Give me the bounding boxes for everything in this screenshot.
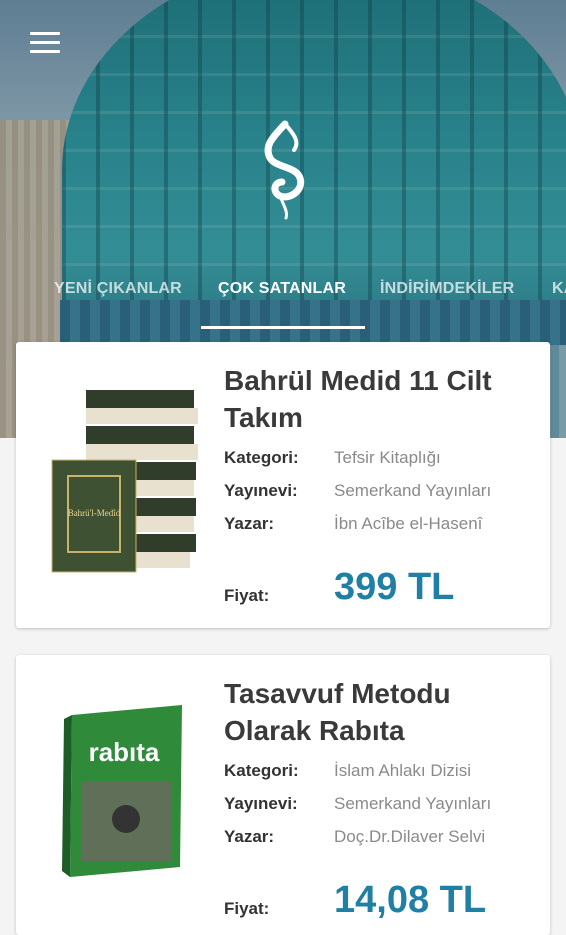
book-title[interactable]: Tasavvuf Metodu Olarak Rabıta: [224, 675, 534, 749]
hamburger-menu-icon[interactable]: [28, 30, 62, 56]
publisher-label: Yayınevi:: [224, 794, 298, 813]
price-value: 399 TL: [334, 566, 455, 608]
tab-indirimdekiler[interactable]: İNDİRİMDEKİLER: [380, 280, 514, 298]
author-label: Yazar:: [224, 514, 275, 533]
price-value: 14,08 TL: [334, 879, 487, 921]
category-label: Kategori:: [224, 761, 299, 780]
publisher-value: Semerkand Yayınları: [334, 794, 492, 813]
author-value: İbn Acîbe el-Hasenî: [334, 514, 483, 533]
book-card[interactable]: Bahrü'l-Medîd Bahrül Medid 11 Cilt Takım…: [16, 342, 550, 628]
publisher-label: Yayınevi:: [224, 481, 298, 500]
book-card[interactable]: rabıta Tasavvuf Metodu Olarak Rabıta Kat…: [16, 655, 550, 935]
book-set-cover-text: Bahrü'l-Medîd: [68, 508, 121, 518]
category-label: Kategori:: [224, 448, 299, 467]
tab-yeni-cikanlar[interactable]: YENİ ÇIKANLAR: [54, 280, 182, 298]
rabita-cover-text: rabıta: [89, 737, 160, 767]
category-tabs: YENİ ÇIKANLAR ÇOK SATANLAR İNDİRİMDEKİLE…: [0, 270, 566, 330]
calligraphy-logo-icon: [264, 120, 305, 220]
price-label: Fiyat:: [224, 899, 270, 918]
price-label: Fiyat:: [224, 586, 270, 605]
category-value: İslam Ahlakı Dizisi: [334, 761, 471, 780]
author-value: Doç.Dr.Dilaver Selvi: [334, 827, 486, 846]
category-value: Tefsir Kitaplığı: [334, 448, 441, 467]
publisher-value: Semerkand Yayınları: [334, 481, 492, 500]
rabita-book-cover-image: rabıta: [62, 705, 182, 877]
tab-partial[interactable]: KA: [552, 280, 566, 298]
active-tab-indicator: [201, 326, 365, 329]
book-title[interactable]: Bahrül Medid 11 Cilt Takım: [224, 362, 534, 436]
book-set-cover-image: Bahrü'l-Medîd: [51, 390, 198, 573]
author-label: Yazar:: [224, 827, 275, 846]
tab-cok-satanlar[interactable]: ÇOK SATANLAR: [218, 280, 346, 298]
